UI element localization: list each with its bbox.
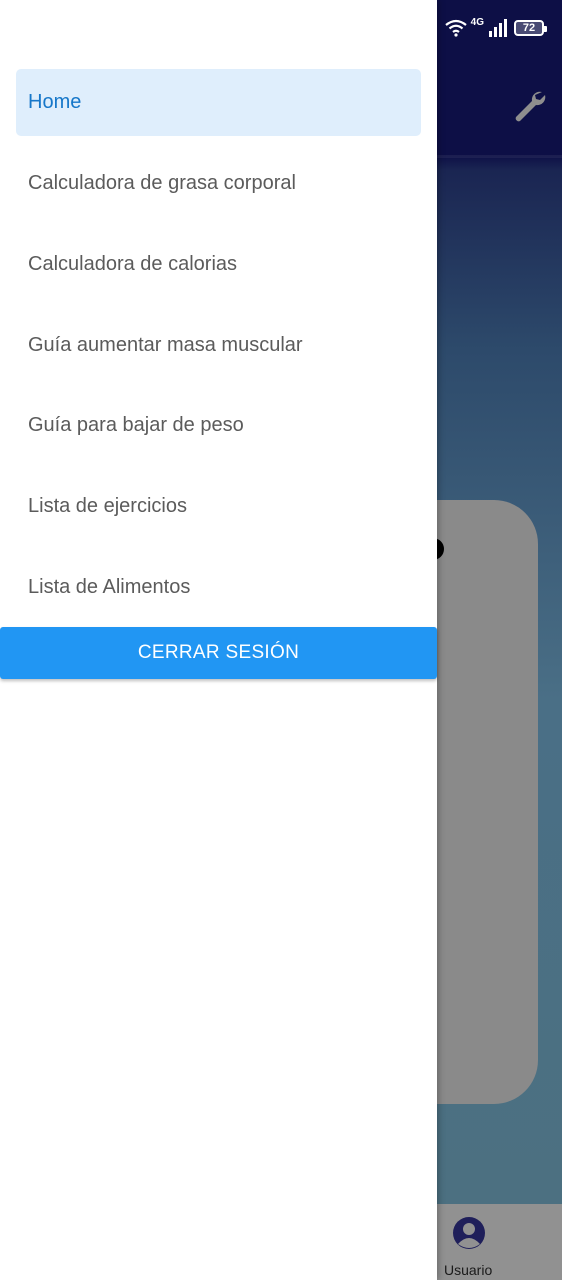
wrench-icon[interactable] [512, 88, 548, 124]
battery-level: 72 [522, 22, 536, 34]
drawer-item-exercise-list[interactable]: Lista de ejercicios [16, 473, 421, 540]
account-circle-icon[interactable] [452, 1216, 486, 1250]
drawer-item-calorie-calculator[interactable]: Calculadora de calorias [16, 231, 421, 298]
navigation-drawer: Home Calculadora de grasa corporal Calcu… [0, 0, 437, 1280]
logout-button[interactable]: CERRAR SESIÓN [0, 627, 437, 679]
drawer-item-body-fat-calculator[interactable]: Calculadora de grasa corporal [16, 150, 421, 217]
battery-icon: 72 [514, 20, 547, 36]
nav-user-label[interactable]: Usuario [444, 1262, 492, 1278]
drawer-item-weight-loss-guide[interactable]: Guía para bajar de peso [16, 392, 421, 459]
network-type: 4G [470, 16, 484, 28]
status-bar: 4G 72 [444, 14, 547, 42]
drawer-item-home[interactable]: Home [16, 69, 421, 136]
drawer-item-food-list[interactable]: Lista de Alimentos [16, 554, 421, 621]
drawer-item-muscle-gain-guide[interactable]: Guía aumentar masa muscular [16, 312, 421, 379]
signal-icon [489, 19, 507, 37]
wifi-icon [444, 19, 467, 37]
